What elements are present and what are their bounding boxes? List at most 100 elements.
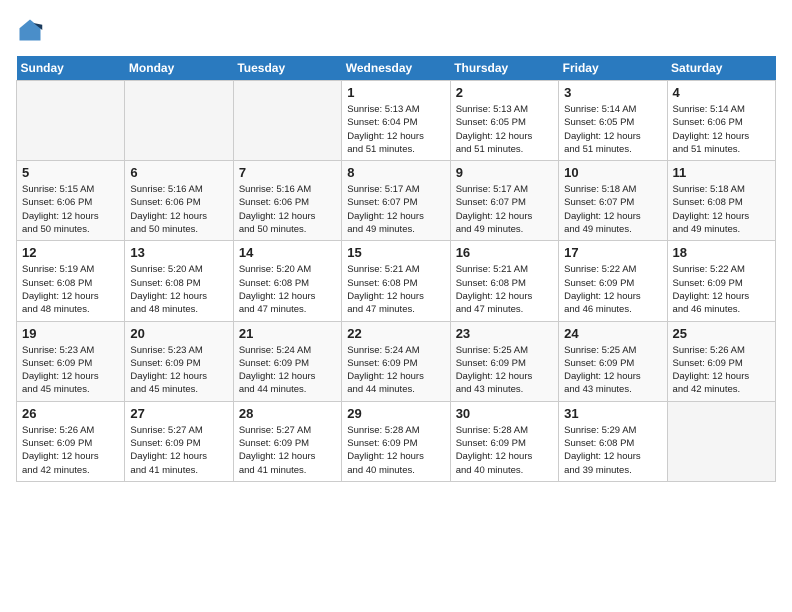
day-number: 19 [22, 326, 119, 341]
calendar-cell: 12 Sunrise: 5:19 AM Sunset: 6:08 PM Dayli… [17, 241, 125, 321]
weekday-header-saturday: Saturday [667, 56, 775, 81]
weekday-header-friday: Friday [559, 56, 667, 81]
day-info: Sunrise: 5:24 AM Sunset: 6:09 PM Dayligh… [347, 344, 444, 397]
calendar-cell: 5 Sunrise: 5:15 AM Sunset: 6:06 PM Daylig… [17, 161, 125, 241]
calendar-cell: 24 Sunrise: 5:25 AM Sunset: 6:09 PM Dayli… [559, 321, 667, 401]
day-info: Sunrise: 5:25 AM Sunset: 6:09 PM Dayligh… [564, 344, 661, 397]
day-info: Sunrise: 5:17 AM Sunset: 6:07 PM Dayligh… [347, 183, 444, 236]
calendar-cell: 20 Sunrise: 5:23 AM Sunset: 6:09 PM Dayli… [125, 321, 233, 401]
calendar-cell [125, 81, 233, 161]
day-info: Sunrise: 5:15 AM Sunset: 6:06 PM Dayligh… [22, 183, 119, 236]
day-info: Sunrise: 5:16 AM Sunset: 6:06 PM Dayligh… [130, 183, 227, 236]
calendar-table: SundayMondayTuesdayWednesdayThursdayFrid… [16, 56, 776, 482]
calendar-cell: 29 Sunrise: 5:28 AM Sunset: 6:09 PM Dayli… [342, 401, 450, 481]
calendar-cell: 23 Sunrise: 5:25 AM Sunset: 6:09 PM Dayli… [450, 321, 558, 401]
calendar-cell: 1 Sunrise: 5:13 AM Sunset: 6:04 PM Daylig… [342, 81, 450, 161]
day-number: 20 [130, 326, 227, 341]
calendar-cell: 16 Sunrise: 5:21 AM Sunset: 6:08 PM Dayli… [450, 241, 558, 321]
day-number: 23 [456, 326, 553, 341]
day-number: 5 [22, 165, 119, 180]
day-number: 4 [673, 85, 770, 100]
calendar-cell: 10 Sunrise: 5:18 AM Sunset: 6:07 PM Dayli… [559, 161, 667, 241]
calendar-cell: 4 Sunrise: 5:14 AM Sunset: 6:06 PM Daylig… [667, 81, 775, 161]
calendar-cell: 28 Sunrise: 5:27 AM Sunset: 6:09 PM Dayli… [233, 401, 341, 481]
calendar-cell: 30 Sunrise: 5:28 AM Sunset: 6:09 PM Dayli… [450, 401, 558, 481]
weekday-header-thursday: Thursday [450, 56, 558, 81]
header [16, 16, 776, 44]
day-info: Sunrise: 5:27 AM Sunset: 6:09 PM Dayligh… [239, 424, 336, 477]
day-number: 1 [347, 85, 444, 100]
day-info: Sunrise: 5:14 AM Sunset: 6:05 PM Dayligh… [564, 103, 661, 156]
day-number: 2 [456, 85, 553, 100]
day-info: Sunrise: 5:23 AM Sunset: 6:09 PM Dayligh… [130, 344, 227, 397]
calendar-cell: 21 Sunrise: 5:24 AM Sunset: 6:09 PM Dayli… [233, 321, 341, 401]
day-info: Sunrise: 5:21 AM Sunset: 6:08 PM Dayligh… [456, 263, 553, 316]
day-number: 7 [239, 165, 336, 180]
day-info: Sunrise: 5:19 AM Sunset: 6:08 PM Dayligh… [22, 263, 119, 316]
logo [16, 16, 48, 44]
day-number: 17 [564, 245, 661, 260]
calendar-cell: 7 Sunrise: 5:16 AM Sunset: 6:06 PM Daylig… [233, 161, 341, 241]
day-number: 3 [564, 85, 661, 100]
calendar-cell: 25Sunrise: 5:26 AM Sunset: 6:09 PM Dayli… [667, 321, 775, 401]
calendar-cell [17, 81, 125, 161]
calendar-cell: 15Sunrise: 5:21 AM Sunset: 6:08 PM Dayli… [342, 241, 450, 321]
day-info: Sunrise: 5:22 AM Sunset: 6:09 PM Dayligh… [673, 263, 770, 316]
day-number: 9 [456, 165, 553, 180]
calendar-cell: 2 Sunrise: 5:13 AM Sunset: 6:05 PM Daylig… [450, 81, 558, 161]
day-number: 8 [347, 165, 444, 180]
day-number: 21 [239, 326, 336, 341]
day-info: Sunrise: 5:20 AM Sunset: 6:08 PM Dayligh… [130, 263, 227, 316]
calendar-cell [233, 81, 341, 161]
day-info: Sunrise: 5:29 AM Sunset: 6:08 PM Dayligh… [564, 424, 661, 477]
day-number: 6 [130, 165, 227, 180]
weekday-header-wednesday: Wednesday [342, 56, 450, 81]
calendar-cell: 6 Sunrise: 5:16 AM Sunset: 6:06 PM Daylig… [125, 161, 233, 241]
calendar-cell: 9Sunrise: 5:17 AM Sunset: 6:07 PM Daylig… [450, 161, 558, 241]
calendar-cell [667, 401, 775, 481]
day-info: Sunrise: 5:26 AM Sunset: 6:09 PM Dayligh… [673, 344, 770, 397]
day-number: 30 [456, 406, 553, 421]
day-number: 26 [22, 406, 119, 421]
day-number: 22 [347, 326, 444, 341]
calendar-cell: 22 Sunrise: 5:24 AM Sunset: 6:09 PM Dayli… [342, 321, 450, 401]
day-info: Sunrise: 5:13 AM Sunset: 6:04 PM Dayligh… [347, 103, 444, 156]
day-number: 18 [673, 245, 770, 260]
calendar-cell: 11 Sunrise: 5:18 AM Sunset: 6:08 PM Dayli… [667, 161, 775, 241]
calendar-cell: 3 Sunrise: 5:14 AM Sunset: 6:05 PM Daylig… [559, 81, 667, 161]
day-info: Sunrise: 5:27 AM Sunset: 6:09 PM Dayligh… [130, 424, 227, 477]
weekday-header-monday: Monday [125, 56, 233, 81]
day-number: 24 [564, 326, 661, 341]
day-info: Sunrise: 5:16 AM Sunset: 6:06 PM Dayligh… [239, 183, 336, 236]
day-number: 28 [239, 406, 336, 421]
week-row-4: 19 Sunrise: 5:23 AM Sunset: 6:09 PM Dayli… [17, 321, 776, 401]
week-row-5: 26Sunrise: 5:26 AM Sunset: 6:09 PM Dayli… [17, 401, 776, 481]
calendar-cell: 13Sunrise: 5:20 AM Sunset: 6:08 PM Dayli… [125, 241, 233, 321]
calendar-cell: 17Sunrise: 5:22 AM Sunset: 6:09 PM Dayli… [559, 241, 667, 321]
day-info: Sunrise: 5:28 AM Sunset: 6:09 PM Dayligh… [456, 424, 553, 477]
calendar-cell: 19 Sunrise: 5:23 AM Sunset: 6:09 PM Dayli… [17, 321, 125, 401]
calendar-cell: 27Sunrise: 5:27 AM Sunset: 6:09 PM Dayli… [125, 401, 233, 481]
weekday-header-tuesday: Tuesday [233, 56, 341, 81]
logo-icon [16, 16, 44, 44]
day-info: Sunrise: 5:21 AM Sunset: 6:08 PM Dayligh… [347, 263, 444, 316]
day-info: Sunrise: 5:23 AM Sunset: 6:09 PM Dayligh… [22, 344, 119, 397]
week-row-2: 5 Sunrise: 5:15 AM Sunset: 6:06 PM Daylig… [17, 161, 776, 241]
day-info: Sunrise: 5:14 AM Sunset: 6:06 PM Dayligh… [673, 103, 770, 156]
day-info: Sunrise: 5:25 AM Sunset: 6:09 PM Dayligh… [456, 344, 553, 397]
day-info: Sunrise: 5:13 AM Sunset: 6:05 PM Dayligh… [456, 103, 553, 156]
week-row-1: 1 Sunrise: 5:13 AM Sunset: 6:04 PM Daylig… [17, 81, 776, 161]
day-number: 16 [456, 245, 553, 260]
calendar-cell: 18 Sunrise: 5:22 AM Sunset: 6:09 PM Dayli… [667, 241, 775, 321]
day-number: 10 [564, 165, 661, 180]
day-info: Sunrise: 5:18 AM Sunset: 6:07 PM Dayligh… [564, 183, 661, 236]
day-number: 11 [673, 165, 770, 180]
calendar-cell: 26Sunrise: 5:26 AM Sunset: 6:09 PM Dayli… [17, 401, 125, 481]
day-info: Sunrise: 5:28 AM Sunset: 6:09 PM Dayligh… [347, 424, 444, 477]
day-number: 12 [22, 245, 119, 260]
day-info: Sunrise: 5:24 AM Sunset: 6:09 PM Dayligh… [239, 344, 336, 397]
day-number: 29 [347, 406, 444, 421]
day-info: Sunrise: 5:20 AM Sunset: 6:08 PM Dayligh… [239, 263, 336, 316]
calendar-cell: 14Sunrise: 5:20 AM Sunset: 6:08 PM Dayli… [233, 241, 341, 321]
day-info: Sunrise: 5:18 AM Sunset: 6:08 PM Dayligh… [673, 183, 770, 236]
